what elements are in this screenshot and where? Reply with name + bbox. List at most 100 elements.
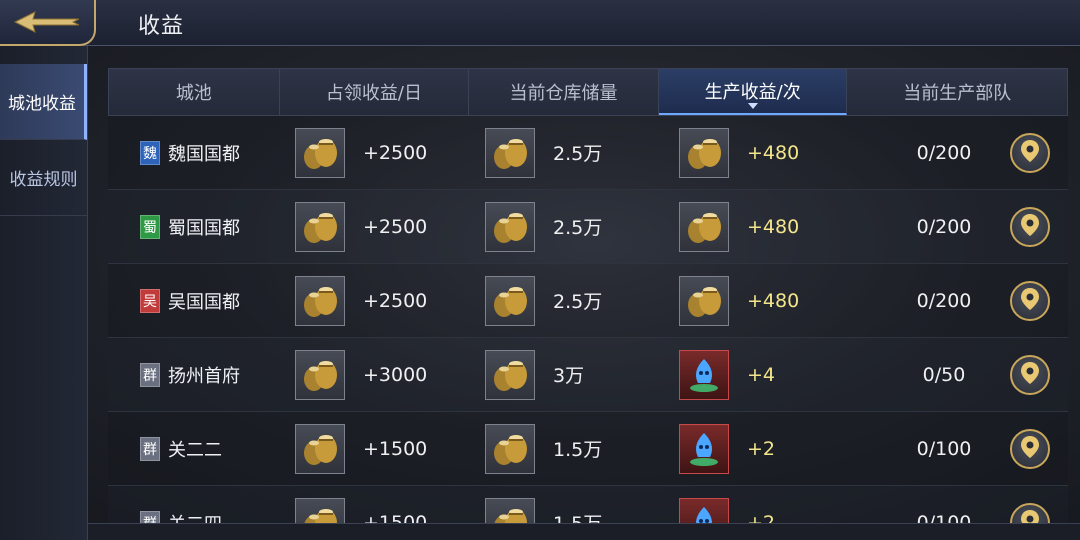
occupy-income-cell: +2500: [279, 264, 469, 337]
production-income-cell: +2: [659, 412, 848, 485]
grain-sack-icon[interactable]: [679, 275, 729, 326]
map-pin-icon: [1020, 139, 1040, 167]
header-label: 城池: [175, 83, 212, 104]
city-name: 扬州首府: [168, 365, 240, 387]
city-name: 关二二: [168, 439, 222, 461]
city-name: 关二四: [168, 510, 222, 524]
troops-value: 0/200: [916, 289, 972, 312]
grain-sack-icon[interactable]: [295, 127, 345, 178]
header-label: 占领收益/日: [325, 83, 422, 104]
grain-sack-icon[interactable]: [679, 127, 729, 178]
city-cell: 群 关二二: [108, 412, 279, 485]
table-row: 蜀 蜀国国都 +2500 2.5万 +480 0/200: [108, 190, 1068, 264]
troops-cell: 0/200: [848, 116, 1068, 189]
occupy-income-cell: +2500: [279, 116, 469, 189]
blue-spirit-icon[interactable]: [679, 423, 729, 474]
map-pin-icon: [1020, 435, 1040, 463]
troops-cell: 0/200: [848, 190, 1068, 263]
faction-flag-icon: 群: [140, 362, 160, 387]
city-cell: 群 关二四: [108, 486, 279, 523]
grain-sack-icon[interactable]: [485, 497, 535, 523]
production-income-value: +2: [747, 511, 776, 524]
sidebar-item-income-rules[interactable]: 收益规则: [0, 140, 87, 216]
locate-button[interactable]: [1010, 206, 1050, 247]
header-troops[interactable]: 当前生产部队: [847, 69, 1067, 115]
blue-spirit-icon[interactable]: [679, 497, 729, 523]
table-header: 城池 占领收益/日 当前仓库储量 生产收益/次 当前生产部队: [108, 68, 1068, 116]
production-income-cell: +480: [659, 116, 848, 189]
troops-value: 0/50: [922, 363, 966, 386]
back-button[interactable]: [0, 0, 96, 46]
grain-sack-icon[interactable]: [485, 349, 535, 400]
header-storage[interactable]: 当前仓库储量: [469, 69, 659, 115]
grain-sack-icon[interactable]: [295, 423, 345, 474]
header-label: 当前仓库储量: [509, 83, 618, 104]
occupy-income-cell: +2500: [279, 190, 469, 263]
occupy-income-value: +1500: [363, 511, 428, 524]
faction-flag-icon: 群: [140, 510, 160, 523]
storage-cell: 1.5万: [469, 486, 659, 523]
sidebar: 城池收益 收益规则: [0, 46, 88, 540]
storage-cell: 2.5万: [469, 116, 659, 189]
occupy-income-value: +2500: [363, 141, 428, 164]
sidebar-item-city-income[interactable]: 城池收益: [0, 64, 87, 140]
occupy-income-value: +3000: [363, 363, 428, 386]
grain-sack-icon[interactable]: [295, 497, 345, 523]
grain-sack-icon[interactable]: [485, 275, 535, 326]
grain-sack-icon[interactable]: [295, 275, 345, 326]
production-income-value: +480: [747, 141, 800, 164]
locate-button[interactable]: [1010, 502, 1050, 523]
locate-button[interactable]: [1010, 428, 1050, 469]
income-table: 城池 占领收益/日 当前仓库储量 生产收益/次 当前生产部队 魏 魏国国都 +2…: [108, 68, 1068, 523]
table-body: 魏 魏国国都 +2500 2.5万 +480 0/200 蜀 蜀国国都 +250…: [108, 116, 1068, 523]
production-income-cell: +4: [659, 338, 848, 411]
arrow-left-icon: [13, 11, 80, 33]
map-pin-icon: [1020, 213, 1040, 241]
troops-cell: 0/100: [848, 486, 1068, 523]
faction-flag-icon: 魏: [140, 140, 160, 165]
map-pin-icon: [1020, 287, 1040, 315]
table-row: 吴 吴国国都 +2500 2.5万 +480 0/200: [108, 264, 1068, 338]
storage-cell: 2.5万: [469, 190, 659, 263]
troops-cell: 0/100: [848, 412, 1068, 485]
troops-value: 0/200: [916, 141, 972, 164]
grain-sack-icon[interactable]: [485, 127, 535, 178]
storage-value: 2.5万: [553, 143, 603, 165]
grain-sack-icon[interactable]: [295, 349, 345, 400]
city-cell: 蜀 蜀国国都: [108, 190, 279, 263]
city-name: 吴国国都: [168, 291, 240, 313]
troops-value: 0/200: [916, 215, 972, 238]
occupy-income-cell: +1500: [279, 486, 469, 523]
table-row: 魏 魏国国都 +2500 2.5万 +480 0/200: [108, 116, 1068, 190]
troops-cell: 0/50: [848, 338, 1068, 411]
locate-button[interactable]: [1010, 280, 1050, 321]
top-bar: 收益: [0, 0, 1080, 46]
header-occupy-income[interactable]: 占领收益/日: [280, 69, 470, 115]
locate-button[interactable]: [1010, 132, 1050, 173]
production-income-value: +4: [747, 363, 776, 386]
troops-value: 0/100: [916, 437, 972, 460]
blue-spirit-icon[interactable]: [679, 349, 729, 400]
storage-value: 3万: [553, 365, 585, 387]
city-cell: 群 扬州首府: [108, 338, 279, 411]
grain-sack-icon[interactable]: [679, 201, 729, 252]
map-pin-icon: [1020, 361, 1040, 389]
troops-value: 0/100: [916, 511, 972, 524]
grain-sack-icon[interactable]: [485, 423, 535, 474]
storage-cell: 3万: [469, 338, 659, 411]
locate-button[interactable]: [1010, 354, 1050, 395]
grain-sack-icon[interactable]: [485, 201, 535, 252]
production-income-value: +480: [747, 215, 800, 238]
occupy-income-cell: +1500: [279, 412, 469, 485]
city-cell: 吴 吴国国都: [108, 264, 279, 337]
production-income-value: +480: [747, 289, 800, 312]
city-name: 魏国国都: [168, 143, 240, 165]
faction-flag-icon: 群: [140, 436, 160, 461]
header-production-income[interactable]: 生产收益/次: [658, 69, 848, 115]
grain-sack-icon[interactable]: [295, 201, 345, 252]
storage-cell: 1.5万: [469, 412, 659, 485]
table-row: 群 扬州首府 +3000 3万 +4 0/50: [108, 338, 1068, 412]
production-income-cell: +2: [659, 486, 848, 523]
header-city[interactable]: 城池: [109, 69, 280, 115]
table-row: 群 关二四 +1500 1.5万 +2 0/100: [108, 486, 1068, 523]
